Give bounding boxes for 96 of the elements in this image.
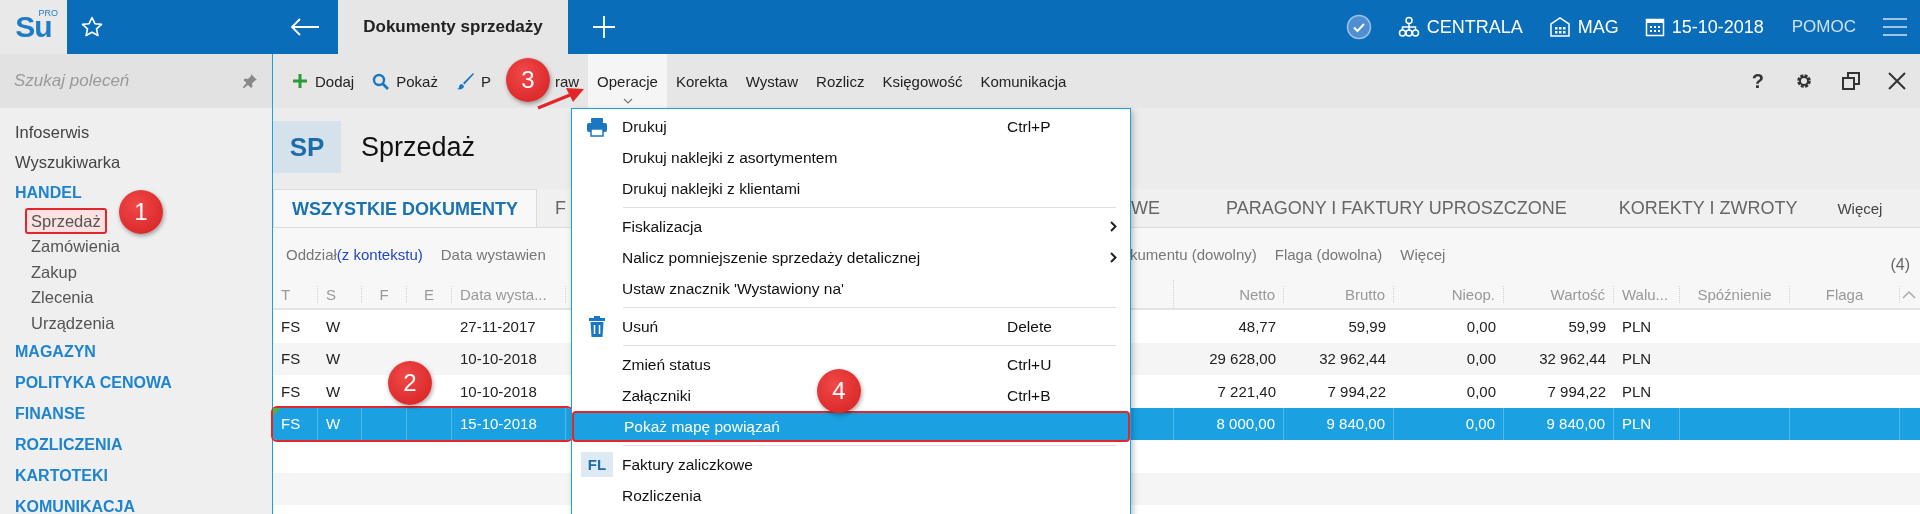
app-logo[interactable]: SuPRO [0, 0, 67, 54]
sidebar-item[interactable]: Zlecenia [25, 284, 100, 311]
table-cell[interactable]: W [318, 375, 362, 408]
shortcut-label: Ctrl+U [1007, 355, 1052, 374]
menu-item[interactable]: Ustaw znacznik 'Wystawiony na' [622, 279, 844, 297]
help-link[interactable]: POMOC [1791, 17, 1856, 37]
toolbar-button[interactable]: Pokaż [363, 54, 447, 108]
menu-badge: FL [580, 452, 614, 477]
check-circle-icon[interactable] [1345, 14, 1372, 40]
table-cell[interactable]: 10-10-2018 [452, 342, 566, 375]
table-cell[interactable]: 7 994,22 [1284, 375, 1394, 408]
record-count: (4) [1890, 256, 1910, 274]
filter-link[interactable]: Data wystawien [440, 245, 546, 263]
tab[interactable]: KOREKTY I ZWROTY [1592, 189, 1824, 227]
tab[interactable]: F [537, 189, 571, 227]
menu-item[interactable]: Drukuj [622, 117, 667, 135]
building-icon [1548, 16, 1571, 38]
search-field[interactable]: Szukaj poleceń [14, 66, 236, 96]
printer-icon [586, 116, 608, 137]
table-cell[interactable]: 0,00 [1394, 375, 1504, 408]
menu-item[interactable]: Załączniki [622, 386, 691, 404]
search-icon [372, 72, 390, 90]
plus-icon [292, 73, 308, 89]
pin-icon[interactable] [242, 73, 258, 89]
toolbar-button[interactable]: Komunikacja [971, 54, 1076, 108]
table-cell[interactable]: FS [273, 310, 318, 343]
shortcut-label: Ctrl+P [1007, 117, 1051, 136]
table-cell[interactable]: PLN [1614, 375, 1680, 408]
table-cell[interactable]: 29 628,00 [1174, 342, 1284, 375]
table-cell[interactable]: 0,00 [1394, 342, 1504, 375]
menu-item[interactable]: Fiskalizacja [622, 217, 703, 235]
table-cell[interactable]: 7 994,22 [1504, 375, 1614, 408]
branch-button[interactable]: CENTRALA [1397, 16, 1523, 38]
filter-link[interactable]: Oddział(z kontekstu) [286, 245, 423, 263]
menu-item[interactable]: Drukuj naklejki z klientami [622, 179, 801, 197]
table-cell[interactable]: PLN [1614, 310, 1680, 343]
calendar-icon [1644, 17, 1665, 37]
sidebar-item[interactable]: Sprzedaż [25, 207, 107, 234]
more-tabs-link[interactable]: Więcej [1823, 199, 1883, 217]
table-cell[interactable]: W [318, 310, 362, 343]
table-cell[interactable]: 7 221,40 [1174, 375, 1284, 408]
module-title: Sprzedaż [361, 131, 476, 163]
search-box[interactable]: Szukaj poleceń [0, 54, 272, 108]
sidebar-item[interactable]: Zamówienia [25, 233, 126, 260]
warehouse-button[interactable]: MAG [1548, 16, 1619, 38]
table-cell[interactable]: 10-10-2018 [452, 375, 566, 408]
table-cell[interactable]: 32 962,44 [1284, 342, 1394, 375]
tab[interactable]: WE [1130, 189, 1200, 227]
toolbar-button[interactable]: Księgowość [873, 54, 972, 108]
chevron-down-icon [622, 98, 633, 104]
star-icon[interactable] [80, 15, 104, 39]
shortcut-label: Ctrl+B [1007, 386, 1051, 405]
toolbar-button[interactable]: Korekta [666, 54, 737, 108]
table-cell[interactable]: 0,00 [1394, 310, 1504, 343]
network-icon [1397, 16, 1420, 38]
brush-icon [455, 72, 474, 90]
toolbar-button[interactable]: Dodaj [283, 54, 364, 108]
sidebar-link[interactable]: Wyszukiwarka [15, 147, 272, 177]
sidebar-link[interactable]: Infoserwis [15, 118, 272, 148]
toolbar-button[interactable]: Operacje [588, 54, 667, 108]
table-cell[interactable]: 48,77 [1174, 310, 1284, 343]
tab[interactable]: PARAGONY I FAKTURY UPROSZCZONE [1200, 189, 1593, 227]
menu-item[interactable]: Faktury zaliczkowe [622, 455, 753, 473]
close-icon[interactable] [1888, 72, 1906, 90]
table-cell[interactable]: FS [273, 342, 318, 375]
settings-icon[interactable] [1794, 71, 1814, 91]
trash-icon [588, 315, 606, 338]
shortcut-label: Delete [1007, 317, 1052, 336]
table-cell[interactable]: 59,99 [1284, 310, 1394, 343]
date-button[interactable]: 15-10-2018 [1644, 16, 1764, 38]
sidebar-item[interactable]: Urządzenia [25, 309, 121, 336]
menu-icon[interactable] [1882, 17, 1908, 37]
table-cell[interactable]: 59,99 [1504, 310, 1614, 343]
menu-item[interactable]: Nalicz pomniejszenie sprzedaży detalicznej [622, 248, 921, 266]
back-arrow-icon[interactable] [290, 17, 320, 37]
table-cell[interactable]: W [318, 342, 362, 375]
toolbar-button[interactable]: Rozlicz [807, 54, 874, 108]
table-cell[interactable]: 27-11-2017 [452, 310, 566, 343]
filter-link[interactable]: Flaga (dowolna) [1274, 245, 1383, 263]
filter-link[interactable]: kumentu (dowolny) [1130, 245, 1257, 263]
toolbar-button[interactable]: Wystaw [736, 54, 808, 108]
document-tab[interactable]: Dokumenty sprzedaży [338, 0, 568, 54]
menu-item[interactable]: Rozliczenia [622, 486, 702, 504]
table-cell[interactable]: FS [273, 375, 318, 408]
table-cell[interactable]: PLN [1614, 342, 1680, 375]
menu-item[interactable]: Usuń [622, 317, 659, 335]
table-cell[interactable]: 32 962,44 [1504, 342, 1614, 375]
sidebar-item[interactable]: Zakup [25, 258, 83, 285]
menu-item[interactable]: Zmień status [622, 355, 711, 373]
menu-item[interactable]: Drukuj naklejki z asortymentem [622, 148, 838, 166]
restore-window-icon[interactable] [1842, 72, 1860, 90]
more-filters-link[interactable]: Więcej [1400, 245, 1446, 263]
tab[interactable]: WSZYSTKIE DOKUMENTY [273, 189, 537, 227]
help-button[interactable]: ? [1749, 69, 1766, 93]
module-badge: SP [273, 121, 341, 173]
plus-icon[interactable] [592, 15, 616, 39]
